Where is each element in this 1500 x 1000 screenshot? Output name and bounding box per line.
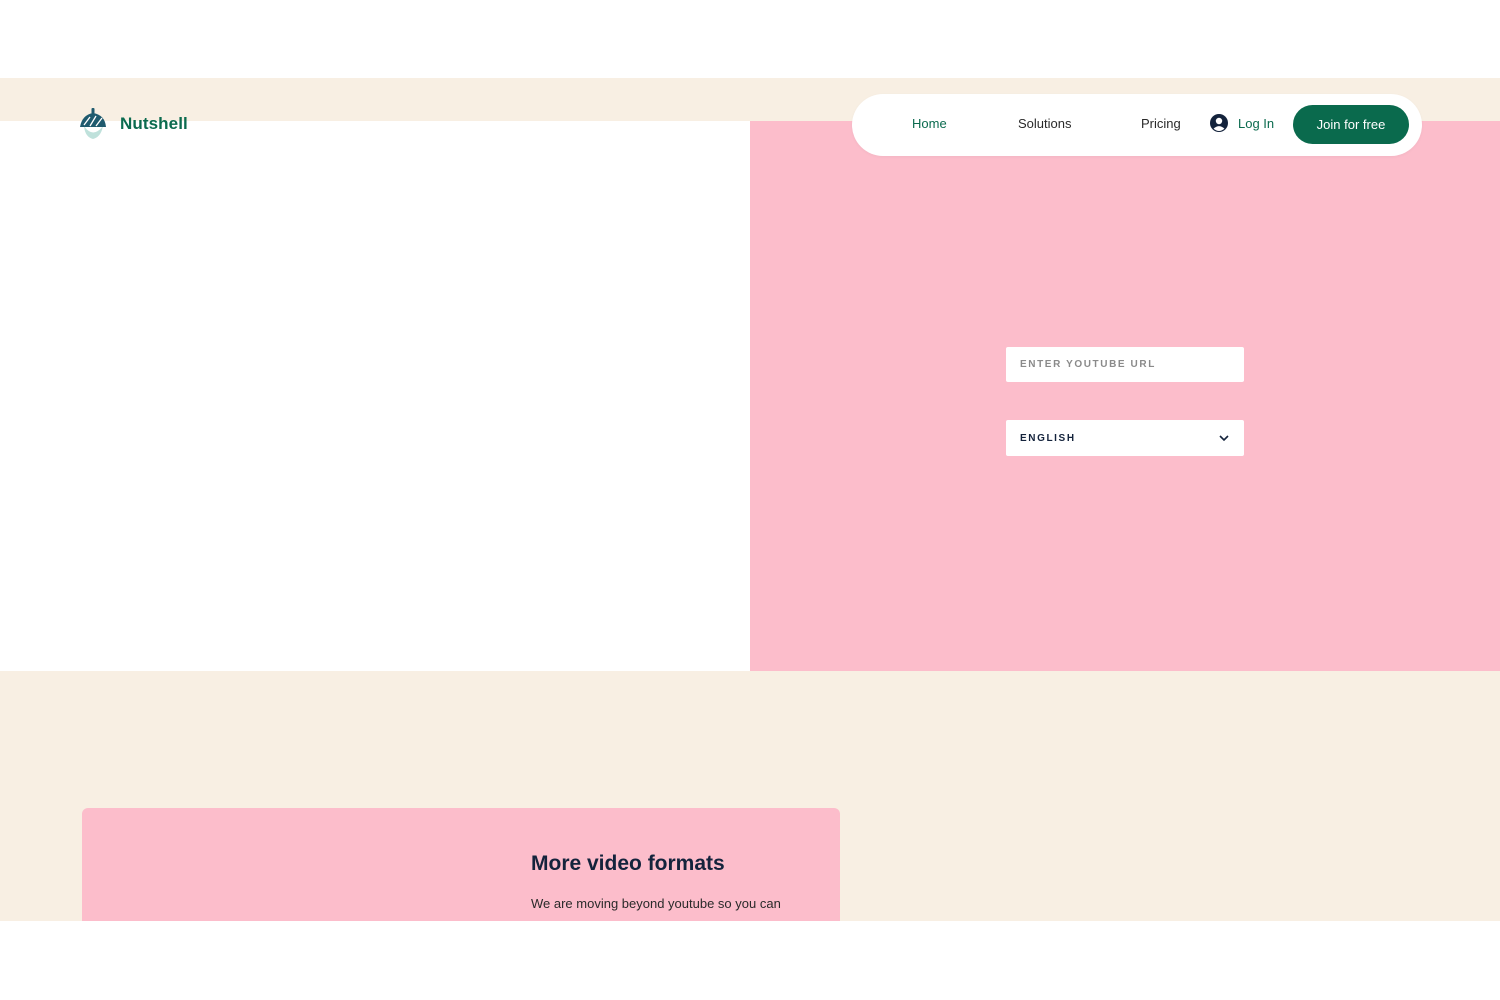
- login-label: Log In: [1238, 115, 1275, 131]
- nav-pricing[interactable]: Pricing: [1141, 116, 1181, 131]
- feature-card: More video formats We are moving beyond …: [82, 808, 840, 921]
- user-avatar-icon: [1210, 114, 1228, 132]
- nav-home[interactable]: Home: [912, 116, 947, 131]
- main-nav: Home Solutions Pricing Log In Join for f…: [852, 94, 1422, 156]
- logo-link[interactable]: Nutshell: [78, 106, 188, 142]
- language-value: ENGLISH: [1020, 433, 1076, 444]
- language-select[interactable]: ENGLISH: [1006, 420, 1244, 456]
- feature-title: More video formats: [531, 852, 725, 875]
- nav-solutions[interactable]: Solutions: [1018, 116, 1071, 131]
- page-viewport: Nutshell Home Solutions Pricing Log In J…: [0, 78, 1500, 921]
- login-button[interactable]: Log In: [1210, 114, 1274, 132]
- feature-description: We are moving beyond youtube so you can: [531, 896, 781, 911]
- hero-left-panel: [0, 121, 750, 671]
- chevron-down-icon: [1219, 435, 1229, 442]
- hero-right-panel: [750, 121, 1500, 671]
- acorn-icon: [80, 108, 106, 139]
- youtube-url-input[interactable]: [1006, 347, 1244, 382]
- join-for-free-button[interactable]: Join for free: [1293, 105, 1409, 144]
- brand-name: Nutshell: [120, 114, 188, 133]
